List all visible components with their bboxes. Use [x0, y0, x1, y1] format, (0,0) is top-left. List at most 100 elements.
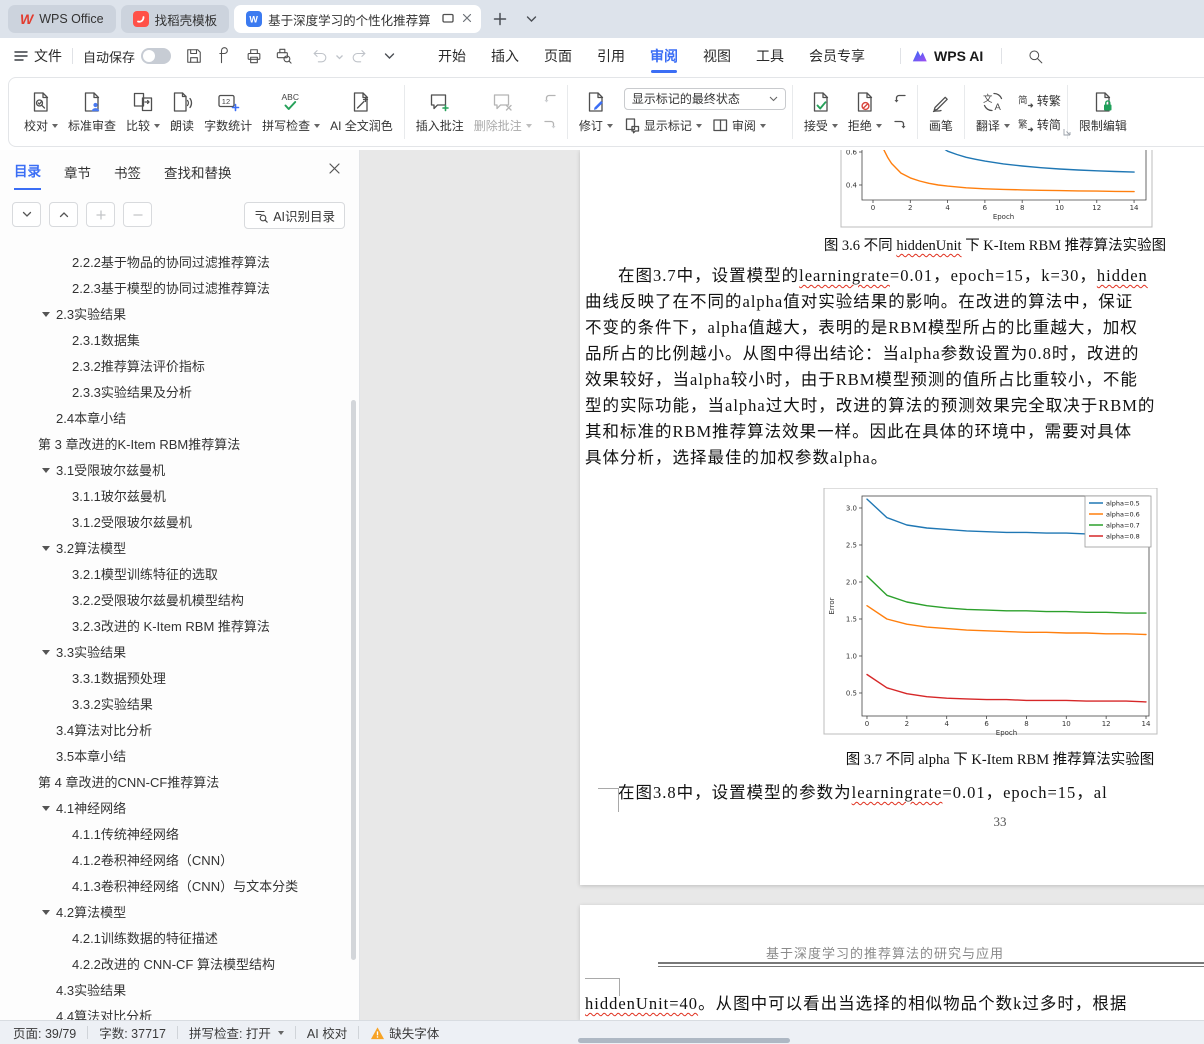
sidebar-tab-find-replace[interactable]: 查找和替换 [164, 162, 232, 190]
toc-item[interactable]: 3.2算法模型 [0, 536, 350, 562]
new-tab-button[interactable] [487, 6, 513, 32]
toc-item[interactable]: 3.1.1玻尔兹曼机 [0, 484, 350, 510]
toc-item[interactable]: 4.2算法模型 [0, 900, 350, 926]
word-count-button[interactable]: 12 字数统计 [199, 88, 257, 136]
toc-item[interactable]: 3.3实验结果 [0, 640, 350, 666]
toc-item[interactable]: 3.1.2受限玻尔兹曼机 [0, 510, 350, 536]
toc-item[interactable]: 3.3.1数据预处理 [0, 666, 350, 692]
toc-item[interactable]: 4.1神经网络 [0, 796, 350, 822]
translate-button[interactable]: 文A 翻译 [971, 88, 1015, 136]
toc-item[interactable]: 3.1受限玻尔兹曼机 [0, 458, 350, 484]
status-word-count[interactable]: 字数: 37717 [99, 1023, 166, 1042]
status-page-indicator[interactable]: 页面: 39/79 [13, 1023, 76, 1042]
print-button[interactable] [241, 43, 267, 69]
toc-item[interactable]: 3.3.2实验结果 [0, 692, 350, 718]
toc-item[interactable]: 4.2.2改进的 CNN-CF 算法模型结构 [0, 952, 350, 978]
toc-item[interactable]: 第 3 章改进的K-Item RBM推荐算法 [0, 432, 350, 458]
standard-review-button[interactable]: 标准审查 [63, 88, 121, 136]
doc-text-line[interactable]: 效果较好，当alpha较小时，由于RBM模型预测的值所占比重较小，不能 [585, 367, 1204, 393]
search-icon[interactable] [1022, 43, 1048, 69]
track-changes-button[interactable]: 修订 [574, 88, 618, 136]
toc-item[interactable]: 2.2.2基于物品的协同过滤推荐算法 [0, 250, 350, 276]
accept-button[interactable]: 接受 [799, 88, 843, 136]
body-line[interactable]: 在图3.8中，设置模型的参数为learningrate=0.01，epoch=1… [585, 780, 1204, 806]
toc-collapse-triangle-icon[interactable] [42, 312, 50, 317]
ink-button[interactable]: 画笔 [924, 88, 958, 136]
doc-text-line[interactable]: 其和标准的RBM推荐算法效果一样。因此在具体的环境中，需要对具体 [585, 419, 1204, 445]
toc-item[interactable]: 3.2.2受限玻尔兹曼机模型结构 [0, 588, 350, 614]
sidebar-tab-bookmarks[interactable]: 书签 [114, 162, 141, 190]
spell-check-button[interactable]: ABC 拼写检查 [257, 88, 325, 136]
figure-3-7-caption[interactable]: 图 3.7 不同 alpha 下 K-Item RBM 推荐算法实验图 [580, 748, 1204, 769]
toc-item[interactable]: 4.1.3卷积神经网络（CNN）与文本分类 [0, 874, 350, 900]
read-aloud-button[interactable]: 朗读 [165, 88, 199, 136]
quick-toolbar-more-icon[interactable] [376, 43, 402, 69]
doc-text-line[interactable]: 不变的条件下，alpha值越大，表明的是RBM模型所占的比重越大，加权 [585, 315, 1204, 341]
toc-collapse-up-button[interactable] [49, 202, 78, 227]
menu-item-view[interactable]: 视图 [703, 38, 731, 74]
proofread-button[interactable]: 校对 [19, 88, 63, 136]
body-line[interactable]: hiddenUnit=40。从图中可以看出当选择的相似物品个数k过多时，根据 [585, 991, 1204, 1017]
menu-item-page[interactable]: 页面 [544, 38, 572, 74]
document-page-33[interactable]: 0.4 0.6 0 2 4 6 8 10 12 14 Epoch 图 3.6 不同 hiddenUn… [580, 150, 1204, 885]
doc-text-line[interactable]: 在图3.7中，设置模型的learningrate=0.01，epoch=15，k… [585, 263, 1204, 289]
toc-item[interactable]: 4.2.1训练数据的特征描述 [0, 926, 350, 952]
tab-document[interactable]: W 基于深度学习的个性化推荐算 [234, 5, 481, 33]
export-pdf-button[interactable] [211, 43, 237, 69]
document-page-34[interactable]: 基于深度学习的推荐算法的研究与应用 hiddenUnit=40。从图中可以看出当… [580, 905, 1204, 1020]
previous-change-button[interactable] [889, 88, 911, 110]
toc-item[interactable]: 4.1.1传统神经网络 [0, 822, 350, 848]
tab-docer-templates[interactable]: 找稻壳模板 [120, 5, 230, 33]
toc-collapse-triangle-icon[interactable] [42, 806, 50, 811]
toc-item[interactable]: 第 4 章改进的CNN-CF推荐算法 [0, 770, 350, 796]
next-change-button[interactable] [889, 114, 911, 136]
toc-item[interactable]: 3.2.1模型训练特征的选取 [0, 562, 350, 588]
toc-item[interactable]: 2.3.1数据集 [0, 328, 350, 354]
doc-text-line[interactable]: 曲线反映了在不同的alpha值对实验结果的影响。在改进的算法中，保证 [585, 289, 1204, 315]
toc-item[interactable]: 2.3.3实验结果及分析 [0, 380, 350, 406]
toc-item[interactable]: 4.1.2卷积神经网络（CNN） [0, 848, 350, 874]
tab-close-icon[interactable] [461, 12, 473, 27]
toc-expand-down-button[interactable] [12, 202, 41, 227]
doc-text-line[interactable]: 品所占的比例越小。从图中得出结论：当alpha参数设置为0.8时，改进的 [585, 341, 1204, 367]
show-markup-button[interactable]: 显示标记 [624, 115, 702, 137]
toc-collapse-triangle-icon[interactable] [42, 546, 50, 551]
menu-item-tools[interactable]: 工具 [756, 38, 784, 74]
status-missing-font[interactable]: 缺失字体 [370, 1023, 439, 1042]
wps-ai-button[interactable]: WPS AI [911, 48, 983, 64]
menu-item-reference[interactable]: 引用 [597, 38, 625, 74]
toc-item[interactable]: 3.2.3改进的 K-Item RBM 推荐算法 [0, 614, 350, 640]
insert-comment-button[interactable]: 插入批注 [411, 88, 469, 136]
compare-button[interactable]: 比较 [121, 88, 165, 136]
toc-item[interactable]: 4.3实验结果 [0, 978, 350, 1004]
autosave-toggle[interactable] [141, 48, 172, 64]
horizontal-scrollbar[interactable] [578, 1038, 790, 1043]
toc-collapse-triangle-icon[interactable] [42, 910, 50, 915]
restrict-editing-button[interactable]: 限制编辑 [1074, 88, 1132, 136]
menu-item-review[interactable]: 审阅 [650, 38, 678, 74]
to-traditional-button[interactable]: 简 转繁 [1017, 90, 1061, 110]
status-ai-proofread[interactable]: AI 校对 [307, 1023, 347, 1042]
toc-collapse-triangle-icon[interactable] [42, 468, 50, 473]
sidebar-close-icon[interactable] [328, 162, 341, 180]
ai-recognize-toc-button[interactable]: AI识别目录 [244, 202, 345, 229]
dialog-launcher-icon[interactable] [1063, 128, 1071, 138]
toc-collapse-triangle-icon[interactable] [42, 650, 50, 655]
sidebar-tab-chapters[interactable]: 章节 [64, 162, 91, 190]
toc-item[interactable]: 2.3.2推荐算法评价指标 [0, 354, 350, 380]
doc-text-line[interactable]: 型的实际功能，当alpha过大时，改进的算法的预测效果完全取决于RBM的 [585, 393, 1204, 419]
save-button[interactable] [181, 43, 207, 69]
menu-item-home[interactable]: 开始 [438, 38, 466, 74]
toc-item[interactable]: 3.4算法对比分析 [0, 718, 350, 744]
menu-item-insert[interactable]: 插入 [491, 38, 519, 74]
file-menu-button[interactable]: 文件 [14, 46, 62, 66]
toc-item[interactable]: 2.2.3基于模型的协同过滤推荐算法 [0, 276, 350, 302]
markup-state-dropdown[interactable]: 显示标记的最终状态 [623, 87, 786, 110]
figure-3-6-caption[interactable]: 图 3.6 不同 hiddenUnit 下 K-Item RBM 推荐算法实验图 [580, 234, 1204, 255]
doc-text-line[interactable]: 具体分析，选择最佳的加权参数alpha。 [585, 445, 1204, 471]
toc-item[interactable]: 2.4本章小结 [0, 406, 350, 432]
toc-item[interactable]: 2.3实验结果 [0, 302, 350, 328]
float-window-icon[interactable] [441, 11, 455, 28]
print-preview-button[interactable] [271, 43, 297, 69]
to-simplified-button[interactable]: 繁 转简 [1017, 114, 1061, 134]
